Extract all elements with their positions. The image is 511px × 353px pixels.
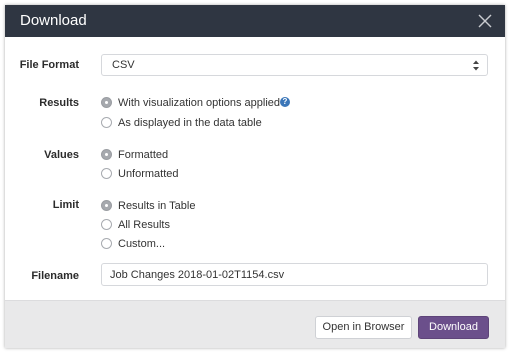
file-format-label: File Format	[19, 59, 79, 71]
filename-input[interactable]	[101, 263, 488, 286]
values-option-formatted[interactable]: Formatted	[101, 148, 191, 164]
dialog-title: Download	[20, 12, 87, 29]
results-option-visualization[interactable]: With visualization options applied ?	[101, 96, 301, 112]
close-icon	[478, 14, 492, 28]
results-option-data-table[interactable]: As displayed in the data table	[101, 116, 271, 132]
results-option-label: As displayed in the data table	[118, 117, 262, 129]
results-label: Results	[39, 97, 79, 109]
dialog-header: Download	[5, 5, 505, 37]
limit-radio-custom[interactable]	[101, 238, 112, 249]
results-option-label: With visualization options applied	[118, 97, 281, 109]
values-radio-formatted[interactable]	[101, 149, 112, 160]
limit-option-custom[interactable]: Custom...	[101, 237, 191, 253]
results-radio-visualization[interactable]	[101, 97, 112, 108]
values-option-label: Formatted	[118, 149, 169, 161]
values-label: Values	[44, 149, 79, 161]
question-circle-icon[interactable]: ?	[280, 97, 290, 107]
values-option-label: Unformatted	[118, 168, 179, 180]
values-option-unformatted[interactable]: Unformatted	[101, 167, 191, 183]
close-button[interactable]	[475, 11, 495, 31]
limit-option-label: All Results	[118, 219, 170, 231]
select-arrows-icon	[473, 60, 479, 71]
file-format-selected-value: CSV	[112, 59, 135, 71]
limit-option-label: Results in Table	[118, 200, 196, 212]
limit-label: Limit	[52, 199, 79, 211]
limit-option-results-in-table[interactable]: Results in Table	[101, 199, 211, 215]
results-radio-data-table[interactable]	[101, 117, 112, 128]
open-in-browser-button[interactable]: Open in Browser	[315, 316, 412, 339]
limit-option-all-results[interactable]: All Results	[101, 218, 191, 234]
download-dialog: Download File Format CSV Results With vi…	[5, 5, 505, 348]
limit-radio-all-results[interactable]	[101, 219, 112, 230]
file-format-select[interactable]: CSV	[101, 54, 488, 76]
limit-radio-results-in-table[interactable]	[101, 200, 112, 211]
values-radio-unformatted[interactable]	[101, 168, 112, 179]
download-button[interactable]: Download	[418, 316, 489, 339]
dialog-footer: Open in Browser Download	[5, 300, 505, 348]
filename-label: Filename	[31, 270, 79, 282]
limit-option-label: Custom...	[118, 238, 166, 250]
